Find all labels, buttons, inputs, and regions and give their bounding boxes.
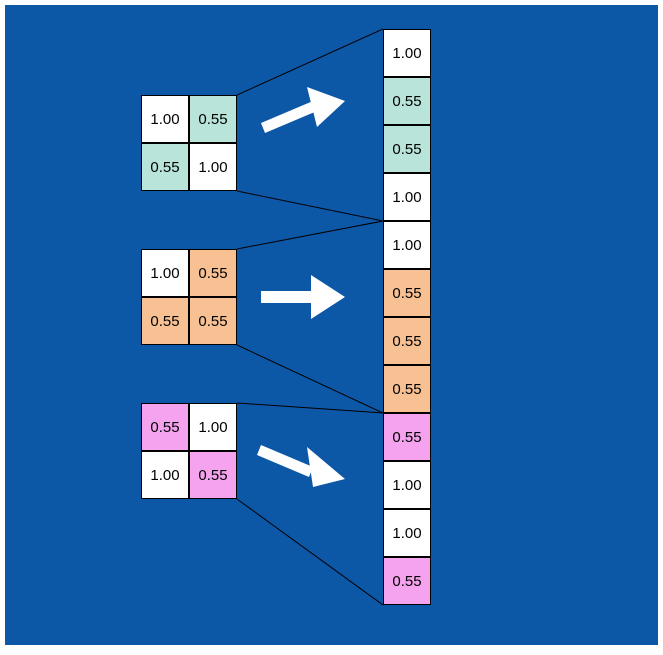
grid-pink-cell-0-1: 1.00 [189,403,237,451]
column-cell-1: 0.55 [383,77,431,125]
column-cell-8: 0.55 [383,413,431,461]
column-cell-3: 1.00 [383,173,431,221]
grid-orange-cell-1-1: 0.55 [189,297,237,345]
column-cell-0: 1.00 [383,29,431,77]
diagram-stage: 1.00 0.55 0.55 1.00 1.00 0.55 0.55 0.55 … [5,5,658,645]
grid-pink-cell-1-1: 0.55 [189,451,237,499]
column-cell-9: 1.00 [383,461,431,509]
grid-orange-cell-1-0: 0.55 [141,297,189,345]
grid-pink-cell-1-0: 1.00 [141,451,189,499]
column-cell-10: 1.00 [383,509,431,557]
grid-teal-cell-1-1: 1.00 [189,143,237,191]
grid-teal-cell-1-0: 0.55 [141,143,189,191]
arrow-right-icon [253,433,353,493]
column-cell-5: 0.55 [383,269,431,317]
grid-teal-cell-0-0: 1.00 [141,95,189,143]
column-cell-4: 1.00 [383,221,431,269]
guide-lines [5,5,658,645]
arrow-right-icon [253,269,353,325]
grid-teal-cell-0-1: 0.55 [189,95,237,143]
column-cell-2: 0.55 [383,125,431,173]
grid-pink-cell-0-0: 0.55 [141,403,189,451]
column-cell-6: 0.55 [383,317,431,365]
arrow-right-icon [253,81,353,141]
column-cell-11: 0.55 [383,557,431,605]
grid-orange-cell-0-1: 0.55 [189,249,237,297]
column-cell-7: 0.55 [383,365,431,413]
grid-orange-cell-0-0: 1.00 [141,249,189,297]
